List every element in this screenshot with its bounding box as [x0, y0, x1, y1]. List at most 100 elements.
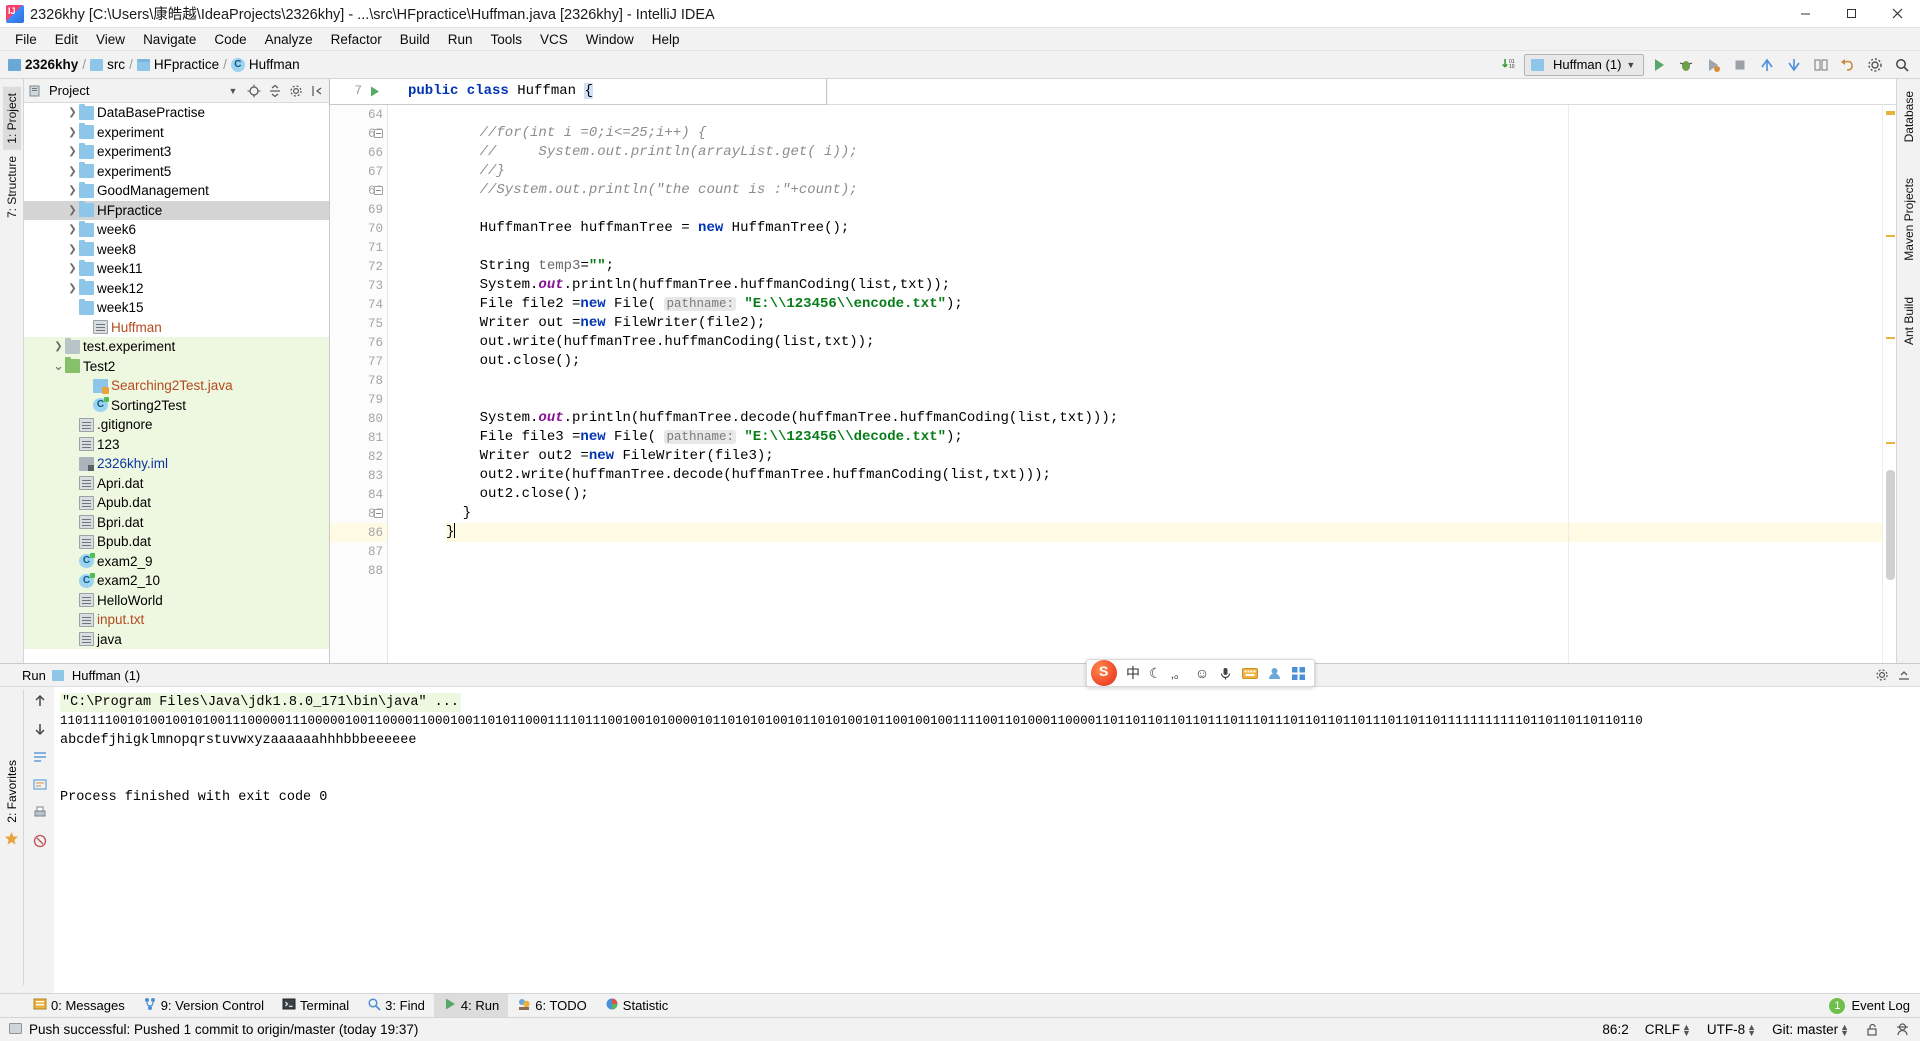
tree-item--gitignore[interactable]: .gitignore — [24, 415, 329, 435]
commit-icon[interactable] — [1782, 53, 1806, 77]
editor-gutter[interactable]: 6465666768697071727374757677787980818283… — [330, 105, 388, 663]
menu-run[interactable]: Run — [439, 30, 482, 49]
chevron-right-icon[interactable]: ❯ — [66, 244, 79, 255]
moon-icon[interactable]: ☾ — [1149, 665, 1162, 682]
tab-todo[interactable]: 6: TODO — [508, 994, 596, 1018]
arrow-down-icon[interactable] — [30, 719, 50, 739]
download-updates-icon[interactable]: 01 10 — [1497, 53, 1521, 77]
tree-item-week12[interactable]: ❯ week12 — [24, 279, 329, 299]
tab-version-control[interactable]: 9: Version Control — [134, 994, 273, 1018]
run-console-output[interactable]: "C:\Program Files\Java\jdk1.8.0_171\bin\… — [54, 687, 1920, 993]
code-line[interactable]: out.close(); — [446, 352, 1882, 371]
tree-item-week11[interactable]: ❯ week11 — [24, 259, 329, 279]
soft-wrap-icon[interactable] — [30, 747, 50, 767]
unlocked-icon[interactable] — [1865, 1023, 1879, 1037]
chevron-right-icon[interactable]: ❯ — [66, 127, 79, 138]
tree-item-apub-dat[interactable]: Apub.dat — [24, 493, 329, 513]
code-line[interactable]: //} — [446, 162, 1882, 181]
tree-item-week15[interactable]: week15 — [24, 298, 329, 318]
close-button[interactable] — [1874, 0, 1920, 28]
arrow-up-icon[interactable] — [30, 691, 50, 711]
chevron-right-icon[interactable]: ❯ — [66, 283, 79, 294]
code-line[interactable] — [446, 238, 1882, 257]
code-line[interactable]: File file3 =new File( pathname: "E:\\123… — [446, 428, 1882, 447]
code-line[interactable]: System.out.println(huffmanTree.decode(hu… — [446, 409, 1882, 428]
code-line[interactable] — [446, 200, 1882, 219]
tree-item-exam2-10[interactable]: Cexam2_10 — [24, 571, 329, 591]
tree-item-2326khy-iml[interactable]: 2326khy.iml — [24, 454, 329, 474]
compare-icon[interactable] — [1809, 53, 1833, 77]
code-line[interactable]: Writer out2 =new FileWriter(file3); — [446, 447, 1882, 466]
code-line[interactable]: out2.close(); — [446, 485, 1882, 504]
inspector-icon[interactable] — [1895, 1022, 1910, 1037]
ime-toolbar[interactable]: 中 ☾ ,。 ☺ — [1086, 659, 1316, 687]
update-project-icon[interactable] — [1755, 53, 1779, 77]
tree-item-experiment3[interactable]: ❯ experiment3 — [24, 142, 329, 162]
code-line[interactable]: File file2 =new File( pathname: "E:\\123… — [446, 295, 1882, 314]
menu-refactor[interactable]: Refactor — [322, 30, 391, 49]
code-line[interactable]: String temp3=""; — [446, 257, 1882, 276]
code-line[interactable] — [446, 542, 1882, 561]
breadcrumb-package[interactable]: HFpractice — [154, 57, 219, 72]
code-line[interactable]: } — [446, 504, 1882, 523]
breadcrumb-project[interactable]: 2326khy — [25, 57, 78, 72]
warning-marker[interactable] — [1886, 111, 1895, 115]
chevron-down-icon[interactable]: ⌄ — [52, 358, 65, 374]
tab-find[interactable]: 3: Find — [358, 994, 434, 1018]
maximize-button[interactable] — [1828, 0, 1874, 28]
analysis-scrollbar[interactable] — [1882, 105, 1896, 663]
tab-statistic[interactable]: Statistic — [596, 994, 678, 1018]
print-icon[interactable] — [30, 803, 50, 823]
code-canvas[interactable]: //for(int i =0;i<=25;i++) { // System.ou… — [388, 105, 1882, 663]
menu-vcs[interactable]: VCS — [531, 30, 577, 49]
code-fold-marker[interactable] — [374, 186, 383, 195]
tree-item-input-txt[interactable]: input.txt — [24, 610, 329, 630]
tree-item-test-experiment[interactable]: ❯ test.experiment — [24, 337, 329, 357]
tree-item-exam2-9[interactable]: Cexam2_9 — [24, 551, 329, 571]
tree-item-apri-dat[interactable]: Apri.dat — [24, 473, 329, 493]
tree-item-123[interactable]: 123 — [24, 434, 329, 454]
encoding-selector[interactable]: UTF-8 ▲ ▼ — [1707, 1022, 1756, 1037]
code-line[interactable]: out2.write(huffmanTree.decode(huffmanTre… — [446, 466, 1882, 485]
breadcrumb-src[interactable]: src — [107, 57, 125, 72]
tree-item-test2[interactable]: ⌄ Test2 — [24, 356, 329, 376]
tree-item-java[interactable]: java — [24, 629, 329, 649]
code-line[interactable]: HuffmanTree huffmanTree = new HuffmanTre… — [446, 219, 1882, 238]
code-line[interactable]: //System.out.println("the count is :"+co… — [446, 181, 1882, 200]
code-line[interactable] — [446, 390, 1882, 409]
tab-terminal[interactable]: Terminal — [273, 994, 358, 1018]
code-line[interactable]: Writer out =new FileWriter(file2); — [446, 314, 1882, 333]
punctuation-icon[interactable]: ,。 — [1171, 665, 1186, 682]
clear-all-icon[interactable] — [30, 831, 50, 851]
chevron-right-icon[interactable]: ❯ — [66, 146, 79, 157]
tree-item-sorting2test[interactable]: C Sorting2Test — [24, 395, 329, 415]
run-tab-huffman[interactable]: Huffman (1) — [51, 668, 140, 683]
code-line[interactable]: } — [446, 523, 1882, 542]
minimize-button[interactable] — [1782, 0, 1828, 28]
menu-analyze[interactable]: Analyze — [256, 30, 322, 49]
menu-tools[interactable]: Tools — [482, 30, 532, 49]
menu-view[interactable]: View — [87, 30, 134, 49]
run-with-coverage-button[interactable] — [1701, 53, 1725, 77]
chevron-right-icon[interactable]: ❯ — [66, 224, 79, 235]
event-log-label[interactable]: Event Log — [1851, 998, 1910, 1013]
tree-item-hfpractice[interactable]: ❯ HFpractice — [24, 200, 329, 220]
menu-build[interactable]: Build — [391, 30, 439, 49]
tree-item-experiment5[interactable]: ❯ experiment5 — [24, 162, 329, 182]
code-line[interactable] — [446, 371, 1882, 390]
gear-icon[interactable] — [1874, 667, 1890, 683]
code-line[interactable] — [446, 105, 1882, 124]
tab-messages[interactable]: 0: Messages — [24, 994, 134, 1018]
ime-mode-label[interactable]: 中 — [1126, 663, 1140, 683]
code-fold-marker[interactable] — [374, 129, 383, 138]
tree-item-goodmanagement[interactable]: ❯ GoodManagement — [24, 181, 329, 201]
sidebar-tab-ant[interactable]: Ant Build — [1900, 291, 1918, 351]
scroll-to-end-icon[interactable] — [30, 775, 50, 795]
collapse-all-icon[interactable] — [267, 83, 283, 99]
chevron-right-icon[interactable]: ❯ — [66, 205, 79, 216]
menu-navigate[interactable]: Navigate — [134, 30, 205, 49]
menu-window[interactable]: Window — [577, 30, 643, 49]
code-line[interactable] — [446, 561, 1882, 580]
hide-icon[interactable] — [309, 83, 325, 99]
chevron-right-icon[interactable]: ❯ — [66, 166, 79, 177]
